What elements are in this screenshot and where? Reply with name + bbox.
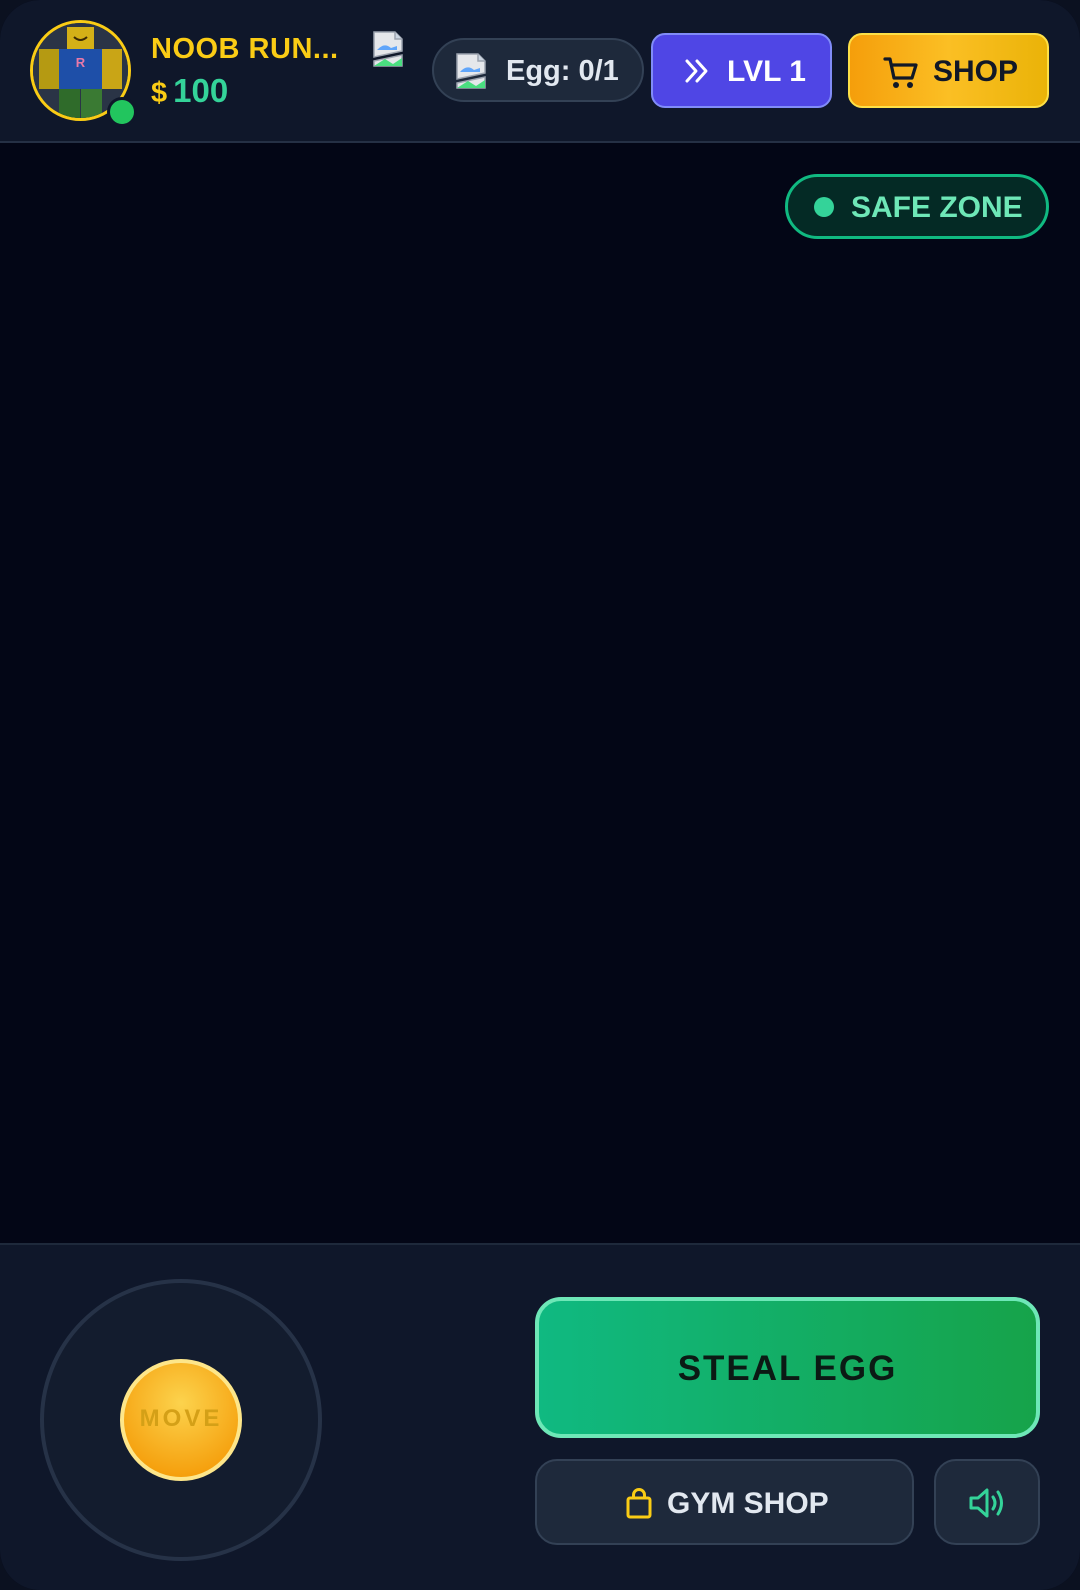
player-name: NOOB RUN... — [151, 33, 339, 65]
broken-image-icon — [373, 31, 403, 67]
volume-icon — [969, 1488, 1003, 1518]
joystick-knob[interactable]: MOVE — [120, 1359, 242, 1481]
money-display: $100 — [151, 72, 228, 110]
shop-label: SHOP — [933, 55, 1019, 88]
shopping-bag-icon — [626, 1488, 652, 1519]
currency-symbol: $ — [151, 77, 168, 109]
online-status-dot — [107, 97, 137, 127]
player-avatar-wrap[interactable]: R — [30, 20, 137, 127]
level-label: LVL 1 — [727, 55, 806, 88]
bottom-controls: MOVE STEAL EGG GYM SHOP — [0, 1243, 1080, 1590]
gym-shop-button[interactable]: GYM SHOP — [535, 1459, 914, 1545]
level-button[interactable]: LVL 1 — [651, 33, 832, 108]
money-amount: 100 — [173, 72, 229, 109]
shop-button[interactable]: SHOP — [848, 33, 1049, 108]
safe-zone-label: SAFE ZONE — [851, 191, 1023, 224]
egg-counter: Egg: 0/1 — [432, 38, 644, 102]
joystick-label: MOVE — [139, 1405, 223, 1432]
safe-zone-dot — [814, 197, 834, 217]
svg-text:R: R — [76, 55, 86, 70]
chevrons-right-icon — [685, 59, 708, 83]
cart-icon — [883, 57, 918, 88]
move-joystick[interactable]: MOVE — [40, 1279, 322, 1561]
broken-image-icon — [456, 53, 486, 89]
safe-zone-badge: SAFE ZONE — [785, 174, 1049, 239]
sound-toggle-button[interactable] — [934, 1459, 1040, 1545]
top-hud: R NOOB RUN... $100 Egg: 0/1 LVL 1 SHOP — [0, 0, 1080, 143]
steal-egg-label: STEAL EGG — [677, 1349, 898, 1388]
game-screen: R NOOB RUN... $100 Egg: 0/1 LVL 1 SHOP S… — [0, 0, 1080, 1590]
gym-shop-label: GYM SHOP — [667, 1487, 829, 1520]
steal-egg-button[interactable]: STEAL EGG — [535, 1297, 1040, 1438]
egg-counter-label: Egg: 0/1 — [506, 55, 619, 87]
